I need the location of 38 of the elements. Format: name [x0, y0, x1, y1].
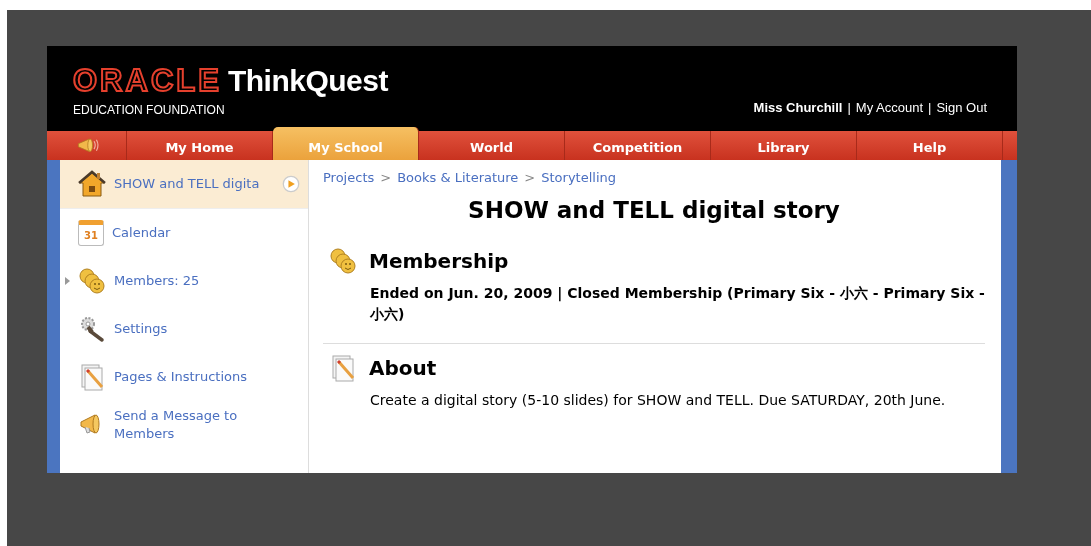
separator: | — [928, 100, 932, 115]
sidebar-item[interactable]: Send a Message to Members — [60, 401, 308, 449]
smiley-group-icon — [329, 247, 357, 275]
separator: | — [847, 100, 851, 115]
sidebar-label[interactable]: Calendar — [112, 224, 300, 242]
page-pencil-icon — [78, 363, 106, 391]
sidebar-label[interactable]: Members: 25 — [114, 272, 300, 290]
user-name-link[interactable]: Miss Churchill — [753, 100, 843, 115]
logo-product: ThinkQuest — [227, 64, 388, 98]
smiley-group-icon — [78, 267, 106, 295]
section-text: Create a digital story (5-10 slides) for SHOW and TELL. Due SATURDAY, 20th June. — [370, 391, 947, 410]
section-heading: About — [369, 356, 437, 380]
sidebar-label[interactable]: Pages & Instructions — [114, 368, 300, 386]
page-pencil-icon — [329, 354, 357, 382]
sidebar-item[interactable]: SHOW and TELL digita — [60, 160, 308, 209]
page-title: SHOW and TELL digital story — [467, 197, 841, 223]
header-link[interactable]: My Account — [855, 100, 923, 115]
header-link[interactable]: Sign Out — [936, 100, 987, 115]
sidebar-label[interactable]: Settings — [114, 320, 300, 338]
breadcrumb-link[interactable]: Projects — [323, 170, 375, 185]
breadcrumb-link[interactable]: Storytelling — [541, 170, 617, 185]
sidebar-item[interactable]: Pages & Instructions — [60, 353, 308, 401]
logo-brand: ORACLE — [73, 63, 222, 99]
section-heading: Membership — [369, 249, 509, 273]
sidebar-label[interactable]: SHOW and TELL digita — [114, 175, 274, 193]
breadcrumb-separator: > — [524, 170, 536, 185]
breadcrumb-separator: > — [380, 170, 392, 185]
breadcrumb-link[interactable]: Books & Literature — [397, 170, 519, 185]
sidebar-item[interactable]: Settings — [60, 305, 308, 353]
calendar-icon: 31 — [78, 220, 104, 246]
house-icon — [78, 170, 106, 198]
sidebar-label[interactable]: Send a Message to Members — [114, 407, 300, 443]
sidebar-item[interactable]: Members: 25 — [60, 257, 308, 305]
section-text: Ended on Jun. 20, 2009 | Closed Membership (Primary Six - 小六 - Primary Six - 小六) — [370, 284, 985, 324]
logo-subtitle: EDUCATION FOUNDATION — [73, 103, 226, 117]
gear-wrench-icon — [78, 315, 106, 343]
expand-arrow-icon[interactable] — [65, 277, 70, 285]
sidebar-item[interactable]: 31 Calendar — [60, 209, 308, 257]
